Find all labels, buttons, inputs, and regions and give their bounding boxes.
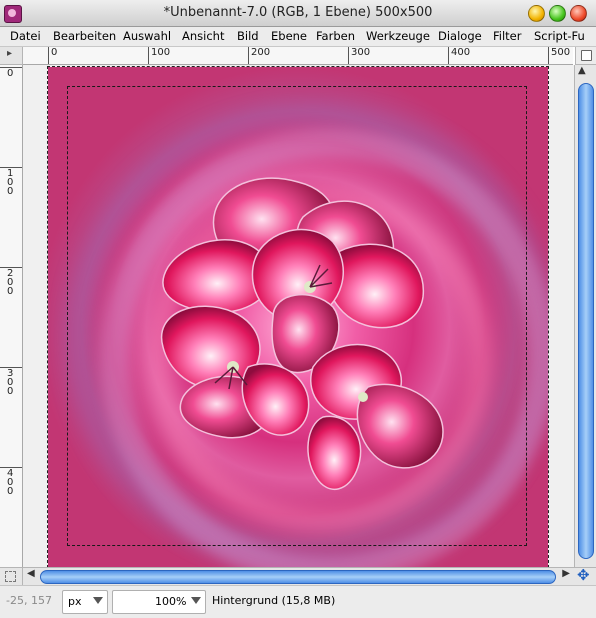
status-bar: -25, 157 px 100% Hintergrund (15,8 MB) bbox=[0, 585, 596, 618]
menu-arrow-icon[interactable] bbox=[0, 47, 23, 65]
ruler-label: 0 bbox=[7, 68, 14, 79]
pointer-coordinates: -25, 157 bbox=[6, 594, 52, 607]
menu-script-fu[interactable]: Script-Fu bbox=[534, 29, 585, 43]
ruler-major-tick bbox=[448, 47, 449, 64]
ruler-label: 300 bbox=[351, 47, 371, 58]
ruler-label: 500 bbox=[551, 47, 571, 58]
vertical-scroll-thumb[interactable] bbox=[578, 83, 594, 559]
close-button[interactable] bbox=[570, 5, 587, 22]
menu-werkzeuge[interactable]: Werkzeuge bbox=[366, 29, 430, 43]
quick-mask-icon[interactable] bbox=[0, 567, 23, 585]
ruler-label: 100 bbox=[151, 47, 171, 58]
ruler-major-tick bbox=[248, 47, 249, 64]
ruler-label: 200 bbox=[251, 47, 271, 58]
zoom-value: 100% bbox=[155, 595, 187, 608]
canvas-area[interactable] bbox=[23, 65, 574, 567]
horizontal-scrollbar[interactable]: ◀ ▶ bbox=[23, 567, 574, 585]
ruler-label: 400 bbox=[7, 468, 14, 497]
image-canvas[interactable] bbox=[47, 66, 549, 567]
minimize-button[interactable] bbox=[528, 5, 545, 22]
menu-bar: Datei Bearbeiten Auswahl Ansicht Bild Eb… bbox=[0, 27, 596, 47]
scroll-up-arrow-icon[interactable]: ▲ bbox=[578, 65, 586, 76]
menu-ebene[interactable]: Ebene bbox=[271, 29, 307, 43]
ruler-major-tick bbox=[548, 47, 549, 64]
horizontal-ruler: 0 100 200 300 400 500 bbox=[23, 47, 573, 65]
ruler-major-tick bbox=[48, 47, 49, 64]
maximize-button[interactable] bbox=[549, 5, 566, 22]
menu-bild[interactable]: Bild bbox=[237, 29, 259, 43]
vertical-scrollbar[interactable]: ▲ bbox=[574, 65, 596, 567]
ruler-label: 200 bbox=[7, 268, 14, 297]
horizontal-scroll-thumb[interactable] bbox=[40, 570, 556, 584]
menu-datei[interactable]: Datei bbox=[10, 29, 41, 43]
unit-value: px bbox=[68, 595, 82, 608]
unit-select[interactable]: px bbox=[62, 590, 108, 614]
vertical-ruler: 0 100 200 300 400 bbox=[0, 65, 23, 567]
zoom-to-fit-icon[interactable] bbox=[575, 47, 596, 65]
ruler-major-tick bbox=[148, 47, 149, 64]
move-arrows-icon: ✥ bbox=[577, 566, 590, 584]
zoom-select[interactable]: 100% bbox=[112, 590, 206, 614]
ruler-label: 400 bbox=[451, 47, 471, 58]
menu-filter[interactable]: Filter bbox=[493, 29, 521, 43]
layer-info: Hintergrund (15,8 MB) bbox=[212, 594, 336, 607]
chevron-down-icon bbox=[93, 597, 103, 604]
menu-auswahl[interactable]: Auswahl bbox=[123, 29, 171, 43]
ruler-label: 300 bbox=[7, 368, 14, 397]
ruler-major-tick bbox=[348, 47, 349, 64]
navigate-icon[interactable]: ✥ bbox=[574, 566, 596, 585]
ruler-label: 0 bbox=[51, 47, 58, 58]
menu-bearbeiten[interactable]: Bearbeiten bbox=[53, 29, 116, 43]
scroll-right-arrow-icon[interactable]: ▶ bbox=[562, 568, 570, 579]
ruler-label: 100 bbox=[7, 168, 14, 197]
selection-marquee bbox=[67, 86, 527, 546]
window-title: *Unbenannt-7.0 (RGB, 1 Ebene) 500x500 bbox=[163, 5, 433, 20]
menu-ansicht[interactable]: Ansicht bbox=[182, 29, 224, 43]
chevron-down-icon bbox=[191, 597, 201, 604]
menu-dialoge[interactable]: Dialoge bbox=[438, 29, 482, 43]
scroll-left-arrow-icon[interactable]: ◀ bbox=[27, 568, 35, 579]
title-bar: *Unbenannt-7.0 (RGB, 1 Ebene) 500x500 bbox=[0, 0, 596, 27]
menu-farben[interactable]: Farben bbox=[316, 29, 355, 43]
